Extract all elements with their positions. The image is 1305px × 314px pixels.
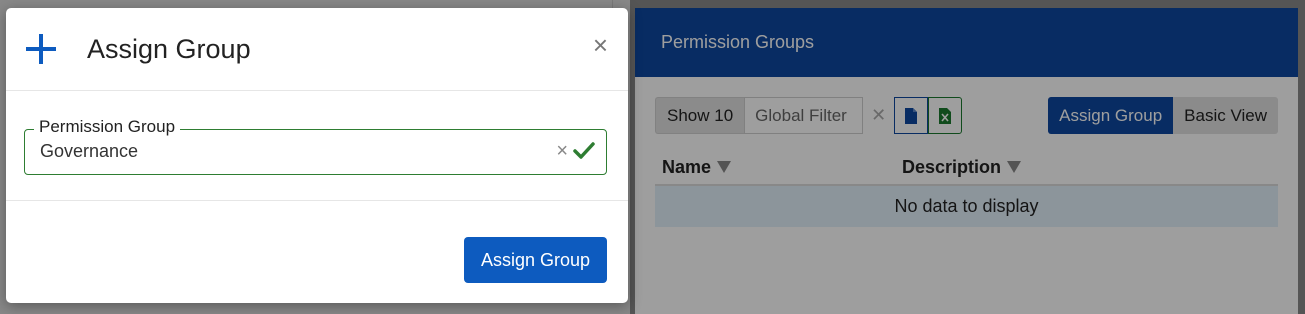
permission-group-value[interactable]: Governance xyxy=(40,141,138,162)
assign-group-button[interactable]: Assign Group xyxy=(464,237,607,283)
dialog-body: Permission Group Governance × xyxy=(6,91,628,201)
permission-group-field[interactable]: Permission Group Governance × xyxy=(24,117,607,175)
permission-group-label: Permission Group xyxy=(34,117,181,137)
dialog-header: Assign Group × xyxy=(6,8,628,91)
check-icon xyxy=(573,142,595,159)
clear-icon[interactable]: × xyxy=(556,141,568,161)
close-icon[interactable]: × xyxy=(593,32,608,58)
dialog-title: Assign Group xyxy=(87,33,251,64)
plus-icon xyxy=(26,34,56,64)
dialog-footer: Assign Group xyxy=(6,201,628,301)
assign-group-dialog: Assign Group × Permission Group Governan… xyxy=(6,8,628,303)
assign-group-button-label: Assign Group xyxy=(480,249,591,270)
